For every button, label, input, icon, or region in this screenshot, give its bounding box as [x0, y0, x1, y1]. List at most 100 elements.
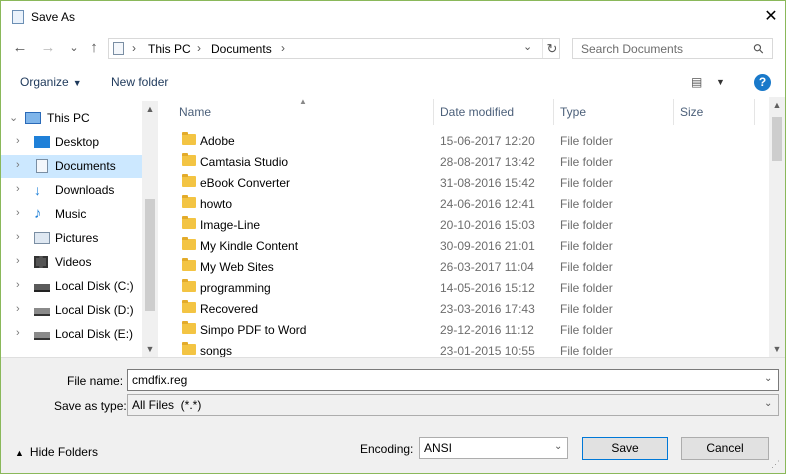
sidebar-item-this-pc[interactable]: ⌄ This PC — [1, 107, 142, 130]
save-type-select[interactable]: All Files (*.*) ⌄ — [127, 394, 779, 416]
recent-locations-button[interactable]: ⌄ — [65, 38, 83, 58]
back-button[interactable]: ← — [11, 38, 29, 58]
sidebar-item-local-disk-e[interactable]: › Local Disk (E:) — [1, 323, 142, 346]
file-row[interactable]: My Web Sites 26-03-2017 11:04 File folder — [158, 256, 770, 277]
videos-icon — [34, 256, 48, 268]
column-divider[interactable] — [673, 99, 674, 125]
up-button[interactable]: ↑ — [85, 38, 103, 58]
file-row[interactable]: Simpo PDF to Word 29-12-2016 11:12 File fo… — [158, 319, 770, 340]
column-header-date[interactable]: Date modified — [440, 105, 514, 119]
chevron-right-icon[interactable]: › — [16, 159, 20, 171]
file-row[interactable]: howto 24-06-2016 12:41 File folder — [158, 193, 770, 214]
file-row[interactable]: Adobe 15-06-2017 12:20 File folder — [158, 130, 770, 151]
save-button[interactable]: Save — [582, 437, 668, 460]
chevron-right-icon[interactable]: › — [16, 135, 20, 147]
chevron-right-icon[interactable]: › — [16, 183, 20, 195]
save-type-label: Save as type: — [54, 399, 127, 413]
forward-button[interactable]: → — [39, 38, 57, 58]
chevron-right-icon[interactable]: › — [16, 303, 20, 315]
column-divider[interactable] — [553, 99, 554, 125]
help-button[interactable]: ? — [754, 74, 771, 91]
sidebar-item-videos[interactable]: › Videos — [1, 251, 142, 274]
new-folder-button[interactable]: New folder — [111, 75, 168, 89]
sidebar-scrollbar[interactable]: ▲ ▼ — [142, 101, 158, 357]
sidebar-item-label: This PC — [47, 111, 90, 125]
column-header-size[interactable]: Size — [680, 105, 703, 119]
file-row[interactable]: Camtasia Studio 28-08-2017 13:42 File fold… — [158, 151, 770, 172]
chevron-right-icon[interactable]: › — [16, 231, 20, 243]
breadcrumb-this-pc[interactable]: This PC — [148, 42, 191, 56]
chevron-down-icon[interactable]: ⌄ — [764, 398, 772, 409]
cancel-button[interactable]: Cancel — [681, 437, 769, 460]
file-name: Recovered — [200, 302, 259, 316]
file-row[interactable]: songs 23-01-2015 10:55 File folder — [158, 340, 770, 357]
sidebar-item-downloads[interactable]: › ↓ Downloads — [1, 179, 142, 202]
file-name: Camtasia Studio — [200, 155, 289, 169]
hide-folders-button[interactable]: ▲ Hide Folders — [15, 445, 98, 459]
refresh-button[interactable]: ↻ — [542, 39, 561, 58]
folder-icon — [182, 174, 196, 187]
scroll-down-icon[interactable]: ▼ — [142, 341, 158, 357]
sidebar-item-local-disk-c[interactable]: › Local Disk (C:) — [1, 275, 142, 298]
chevron-right-icon[interactable]: › — [16, 207, 20, 219]
chevron-up-icon: ▲ — [15, 448, 24, 458]
filename-input[interactable]: cmdfix.reg ⌄ — [127, 369, 779, 391]
encoding-label: Encoding: — [360, 442, 414, 456]
column-header-type[interactable]: Type — [560, 105, 586, 119]
sidebar-item-desktop[interactable]: › Desktop — [1, 131, 142, 154]
sidebar-item-music[interactable]: › ♪ Music — [1, 203, 142, 226]
file-type: File folder — [560, 176, 613, 190]
breadcrumb-separator[interactable]: › — [281, 41, 285, 55]
column-header-name[interactable]: Name — [179, 105, 211, 119]
drive-icon — [34, 308, 50, 316]
save-type-value: All Files (*.*) — [132, 398, 202, 412]
scroll-up-icon[interactable]: ▲ — [142, 101, 158, 117]
downloads-icon: ↓ — [34, 182, 41, 198]
file-name: eBook Converter — [200, 176, 291, 190]
sidebar-item-pictures[interactable]: › Pictures — [1, 227, 142, 250]
file-row[interactable]: My Kindle Content 30-09-2016 21:01 File fo… — [158, 235, 770, 256]
address-dropdown-icon[interactable]: ⌄ — [523, 40, 532, 53]
organize-button[interactable]: Organize ▼ — [20, 75, 82, 89]
chevron-down-icon[interactable]: ⌄ — [764, 373, 772, 384]
search-input[interactable]: Search Documents ⚲ — [572, 38, 773, 59]
scroll-down-icon[interactable]: ▼ — [769, 341, 785, 357]
column-divider[interactable] — [754, 99, 755, 125]
file-date: 15-06-2017 12:20 — [440, 134, 535, 148]
file-list-scrollbar[interactable]: ▲ ▼ — [769, 97, 785, 357]
file-date: 26-03-2017 11:04 — [440, 260, 534, 274]
change-view-icon[interactable]: ▤ — [691, 75, 702, 89]
chevron-down-icon[interactable]: ⌄ — [554, 441, 562, 452]
encoding-select[interactable]: ANSI ⌄ — [419, 437, 568, 459]
file-name: My Web Sites — [200, 260, 274, 274]
column-divider[interactable] — [433, 99, 434, 125]
file-row[interactable]: Recovered 23-03-2016 17:43 File folder — [158, 298, 770, 319]
file-date: 20-10-2016 15:03 — [440, 218, 535, 232]
folder-icon — [182, 342, 196, 355]
title-bar: Save As ✕ — [1, 1, 785, 32]
resize-grip-icon[interactable]: ⋰ — [771, 459, 780, 470]
scrollbar-thumb[interactable] — [145, 199, 155, 311]
breadcrumb-separator: › — [132, 41, 136, 55]
chevron-right-icon[interactable]: › — [16, 327, 20, 339]
folder-icon — [182, 321, 196, 334]
view-options-caret-icon[interactable]: ▼ — [716, 77, 725, 87]
file-date: 14-05-2016 15:12 — [440, 281, 535, 295]
sidebar-item-documents[interactable]: › Documents — [1, 155, 142, 178]
breadcrumb-documents[interactable]: Documents — [211, 42, 272, 56]
sidebar-item-local-disk-d[interactable]: › Local Disk (D:) — [1, 299, 142, 322]
file-row[interactable]: Image-Line 20-10-2016 15:03 File folder — [158, 214, 770, 235]
scroll-up-icon[interactable]: ▲ — [769, 97, 785, 113]
scrollbar-thumb[interactable] — [772, 117, 782, 161]
address-bar[interactable]: › This PC › Documents › ⌄ ↻ — [108, 38, 560, 59]
sidebar-item-label: Music — [55, 207, 87, 221]
chevron-right-icon[interactable]: › — [16, 279, 20, 291]
file-date: 23-03-2016 17:43 — [440, 302, 535, 316]
close-button[interactable]: ✕ — [761, 7, 781, 27]
chevron-right-icon[interactable]: › — [16, 255, 20, 267]
file-row[interactable]: eBook Converter 31-08-2016 15:42 File fold… — [158, 172, 770, 193]
chevron-down-icon[interactable]: ⌄ — [9, 111, 18, 124]
file-type: File folder — [560, 239, 613, 253]
file-date: 28-08-2017 13:42 — [440, 155, 535, 169]
file-row[interactable]: programming 14-05-2016 15:12 File folder — [158, 277, 770, 298]
